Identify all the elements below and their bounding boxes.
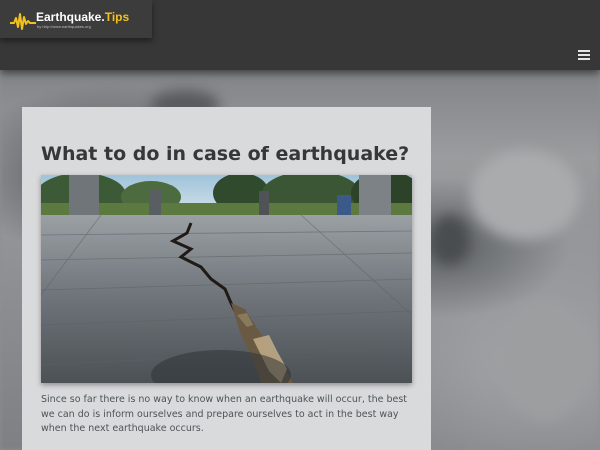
cracked-pavement-photo [41,175,412,383]
article-image [41,175,412,383]
seismograph-icon [10,13,36,30]
article-title: What to do in case of earthquake? [41,143,410,165]
logo-subtitle: by http://www.earthquakes.org [37,24,91,29]
logo-title: Earthquake.Tips [36,10,130,24]
site-logo[interactable]: Earthquake.Tips by http://www.earthquake… [0,0,152,38]
site-header: Earthquake.Tips by http://www.earthquake… [0,0,600,70]
article-body: Since so far there is no way to know whe… [41,394,408,434]
article-card: What to do in case of earthquake? Since … [22,107,431,450]
hamburger-menu-icon[interactable] [578,50,590,60]
